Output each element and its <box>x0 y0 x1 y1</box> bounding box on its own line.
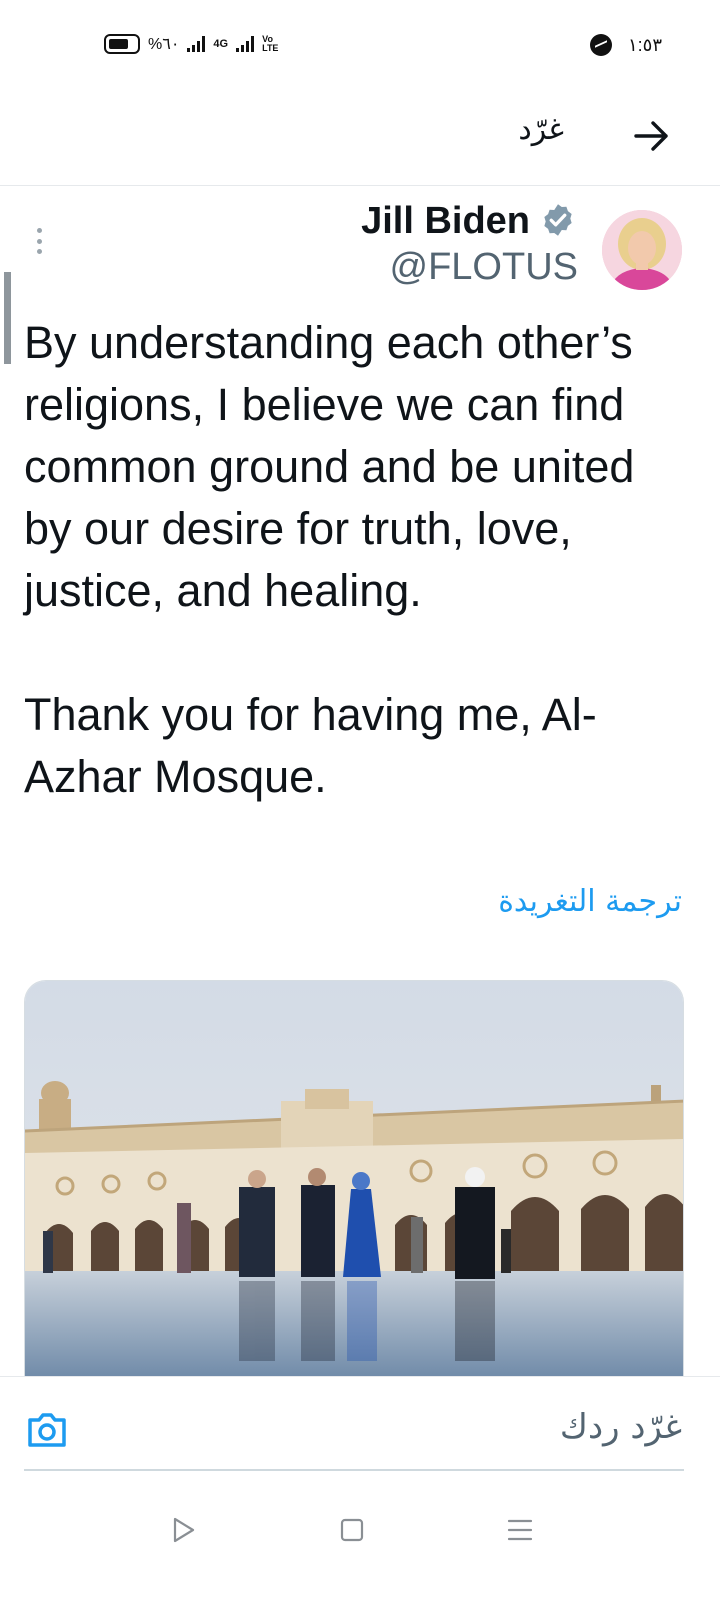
battery-percent: %٦٠ <box>148 36 180 53</box>
page-title: غرّد <box>518 112 564 147</box>
translate-tweet-link[interactable]: ترجمة التغريدة <box>498 884 682 919</box>
arrow-right-icon <box>634 121 668 151</box>
triangle-back-icon <box>173 1517 195 1543</box>
back-button[interactable] <box>624 108 680 164</box>
network-type-label: 4G <box>213 38 229 50</box>
reply-divider <box>24 1469 684 1471</box>
status-bar: %٦٠ 4G Vo LTE ١:٥٣ <box>0 0 720 90</box>
camera-icon <box>28 1413 66 1447</box>
messenger-icon <box>589 34 612 56</box>
nav-home-button[interactable] <box>332 1510 372 1550</box>
volte-label: Vo LTE <box>262 34 279 53</box>
avatar-image <box>602 210 682 290</box>
camera-button[interactable] <box>26 1411 68 1449</box>
square-home-icon <box>340 1518 364 1542</box>
author-name[interactable]: Jill Biden <box>361 200 530 243</box>
avatar[interactable] <box>602 210 682 290</box>
tweet-body: By understanding each other’s religions,… <box>24 312 684 808</box>
reply-input[interactable]: غرّد ردك <box>560 1407 682 1447</box>
status-right: ١:٥٣ <box>589 34 662 56</box>
verified-badge-icon <box>544 204 572 236</box>
mosque-courtyard-image <box>25 981 683 1378</box>
nav-menu-button[interactable] <box>500 1510 540 1550</box>
top-bar: غرّد <box>0 90 720 186</box>
reply-bar: غرّد ردك <box>0 1376 720 1470</box>
battery-icon <box>104 34 140 54</box>
tweet-text-paragraph: By understanding each other’s religions,… <box>24 317 635 616</box>
signal-icon-secondary <box>236 36 255 52</box>
menu-lines-icon <box>507 1519 533 1541</box>
system-nav-bar <box>0 1480 720 1600</box>
tweet-text-paragraph: Thank you for having me, Al-Azhar Mosque… <box>24 689 597 802</box>
scroll-indicator <box>4 272 11 364</box>
clock: ١:٥٣ <box>627 34 662 55</box>
nav-back-button[interactable] <box>164 1510 204 1550</box>
tweet-photo[interactable] <box>24 980 684 1378</box>
signal-icon <box>187 36 206 52</box>
status-indicators: %٦٠ 4G Vo LTE <box>104 34 286 54</box>
author-handle[interactable]: @FLOTUS <box>390 246 578 289</box>
more-vertical-icon[interactable] <box>26 224 52 258</box>
